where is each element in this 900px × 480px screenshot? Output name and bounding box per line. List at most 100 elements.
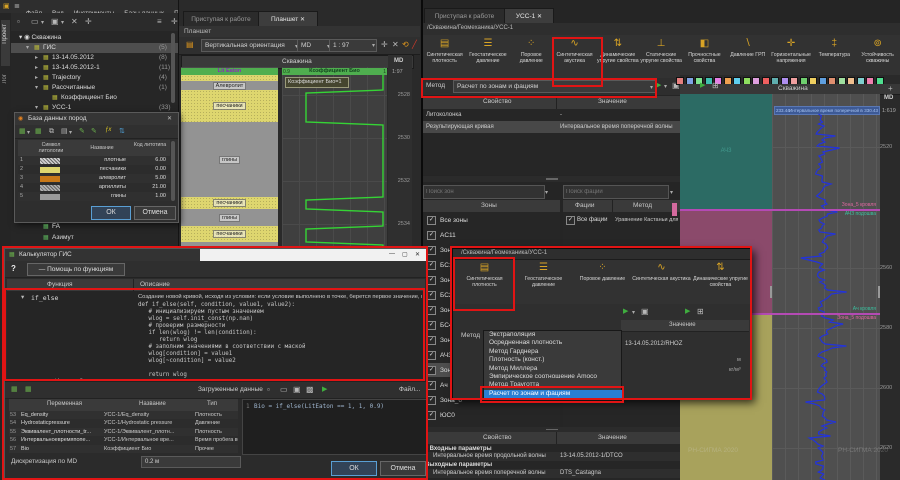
zone-item-AC11[interactable]: ✓AC11 [423, 228, 560, 242]
props-row-0[interactable]: Литоколонка- [423, 109, 680, 121]
scale-caret-icon[interactable]: ▾ [372, 42, 375, 49]
calc-cancel-button[interactable]: Отмена [380, 461, 426, 476]
calc-help-icon[interactable]: ? [11, 264, 16, 273]
variable-row-55[interactable]: 55Эквивалент_плотности_tr...УСС-1/Эквива… [9, 428, 238, 436]
variable-row-53[interactable]: 53Eq_densityУСС-1/Eq_densityПлотность [9, 411, 238, 419]
track-grip-right[interactable] [878, 286, 880, 298]
params-input-row[interactable]: Интервальное время продольной волны 13-1… [423, 452, 680, 461]
zone-item-ЮС0[interactable]: ✓ЮС0 [423, 408, 560, 422]
var-remove-icon[interactable]: ▦ [25, 385, 32, 393]
orientation-select[interactable]: Вертикальная ориентация ▾ [201, 39, 301, 52]
calc-titlebar[interactable]: ▦ Калькулятор ГИС — ▢ ✕ [5, 249, 427, 261]
tab-getting-started-left[interactable]: Приступая к работе [183, 11, 259, 27]
tablet-draw-icon[interactable]: ╱ [412, 40, 417, 49]
params-output-row[interactable]: Интервальное время поперечной волны DTS_… [423, 469, 680, 478]
script-new-icon[interactable]: ▫ [267, 385, 270, 394]
rock-cancel-button[interactable]: Отмена [134, 206, 176, 220]
calc-minimize-icon[interactable]: — [389, 251, 395, 257]
zone-checkbox[interactable]: ✓ [427, 366, 436, 375]
ribbon-static-elastic[interactable]: ⊥Статические упругие свойства [640, 36, 683, 78]
calc-func-arrow-icon[interactable]: ▾ [21, 294, 24, 302]
lithology-band-глины[interactable]: глины [181, 209, 278, 226]
lithology-band-песчаники[interactable]: песчаники [181, 197, 278, 209]
script-export-icon[interactable]: ▩ [306, 385, 314, 394]
rock-row-аргиллиты[interactable]: 4аргиллиты21.00 [18, 183, 170, 192]
menu-item-5[interactable]: Эмпирическое соотношение Amoco [484, 373, 624, 381]
facies-row[interactable]: ✓ Все фации Уравнение Кастаньи для сланц… [563, 214, 680, 226]
ribbon-geostatic-pressure[interactable]: ☰Геостатическое давление [466, 36, 509, 78]
side-tab-project[interactable]: Проект [1, 20, 10, 66]
popup-save-icon[interactable]: ▣ [641, 307, 649, 316]
list-menu-icon[interactable]: ≡ [157, 17, 162, 26]
facies-checkbox[interactable]: ✓ [566, 216, 575, 225]
lithology-band-песчаники[interactable]: песчаники [181, 226, 278, 242]
props-row-1[interactable]: Результирующая криваяИнтервальное время … [423, 121, 680, 133]
edit-export-icon[interactable]: ✎ [91, 127, 97, 135]
search-facies-caret-icon[interactable]: ▾ [670, 189, 673, 196]
add-icon[interactable]: ✛ [85, 17, 92, 26]
popup-grid-icon[interactable]: ⊞ [697, 307, 704, 316]
formula-text[interactable]: Bio = if_else(LitEaton == 1, 1, 0.9) [254, 403, 384, 410]
ribbon-geostatic-pressure[interactable]: ☰Геостатическое давление [514, 260, 573, 302]
rock-db-close-icon[interactable]: ✕ [167, 115, 172, 122]
tree-item-FA[interactable]: ▦FA [11, 222, 171, 232]
zone-checkbox[interactable]: ✓ [427, 381, 436, 390]
popup-value-row[interactable]: 13-14.05.2012/RHOZ [625, 341, 682, 347]
calc-close-icon[interactable]: ✕ [415, 251, 420, 258]
tree-scrollbar[interactable] [171, 33, 175, 103]
rock-row-песчаники[interactable]: 2песчаники0.00 [18, 165, 170, 174]
variable-row-56[interactable]: 56Интервальноевремяпопе...УСС-1/Интервал… [9, 436, 238, 444]
fx-icon[interactable]: ƒx [105, 127, 111, 133]
menu-item-1[interactable]: Осредненная плотность [484, 339, 624, 347]
menu-item-6[interactable]: Метод Трауготта [484, 381, 624, 389]
ribbon-pore-pressure[interactable]: ⁘Поровое давление [510, 36, 553, 78]
popup-run-caret-icon[interactable]: ▾ [632, 309, 635, 316]
run-all-icon[interactable]: ▶ [700, 81, 705, 89]
props-splitter[interactable] [423, 176, 680, 182]
tree-item-Рассчитанные[interactable]: ▾▦Рассчитанные(1) [11, 83, 178, 93]
menu-item-0[interactable]: Экстраполяция [484, 331, 624, 339]
ribbon-dynamic-elastic[interactable]: ⇅Динамические упругие свойства [596, 36, 639, 78]
calc-help-button[interactable]: — Помощь по функциям [27, 263, 125, 276]
tree-item-Азимут[interactable]: ▦Азимут [11, 233, 171, 243]
copy-icon[interactable]: ⧉ [49, 127, 54, 136]
open-folder-icon[interactable]: ▭ [31, 17, 39, 26]
new-file-icon[interactable]: ▫ [17, 17, 20, 26]
discretization-input[interactable]: 0.2 м [141, 456, 241, 468]
lithology-band-глины[interactable]: глины [181, 122, 278, 197]
variable-row-54[interactable]: 54HydrostaticpressureУСС-1/Hydrostatic p… [9, 419, 238, 427]
menu-item-7[interactable]: Расчет по зонам и фациям [484, 390, 624, 398]
lit-track[interactable]: Lit Eaton Алевролитпесчаникиглиныпесчани… [181, 67, 278, 248]
zone-checkbox[interactable]: ✓ [427, 396, 436, 405]
layout-grid-icon[interactable]: ⊞ [712, 81, 719, 90]
variable-row-57[interactable]: 57BioКоэффициент БиоПрочее [9, 445, 238, 453]
zone-checkbox[interactable]: ✓ [427, 231, 436, 240]
paste-caret-icon[interactable]: ▾ [69, 129, 72, 136]
search-facies-input[interactable] [563, 185, 669, 199]
method-run-icon[interactable]: ▶ [656, 81, 661, 89]
tree-item-Коэффициент Био[interactable]: ▦Коэффициент Био [11, 93, 178, 103]
side-tab-log[interactable]: Лог [1, 72, 10, 102]
zone-checkbox[interactable]: ✓ [427, 261, 436, 270]
tab-uss1-close-icon[interactable]: ✕ [537, 14, 542, 20]
row-remove-icon[interactable]: ▦ [35, 127, 42, 135]
row-add-icon[interactable]: ▦ [19, 127, 26, 135]
window-menu-icon[interactable]: ≣ [14, 2, 20, 11]
tab-uss1[interactable]: УСС-1 ✕ [504, 8, 554, 24]
rock-scrollbar[interactable] [171, 141, 175, 201]
track-grip-left[interactable] [770, 286, 772, 298]
zone-checkbox[interactable]: ✓ [427, 276, 436, 285]
tab-tablet[interactable]: Планшет ✕ [258, 11, 318, 27]
scale-select[interactable]: 1 : 97 [329, 39, 377, 52]
save-icon[interactable]: ▣ [51, 17, 59, 26]
ribbon-synthetic-density[interactable]: ▤Синтетическая плотность [423, 36, 466, 78]
method-select[interactable]: Расчет по зонам и фациям ▾ [453, 80, 656, 93]
row-add-caret-icon[interactable]: ▾ [27, 129, 30, 136]
zone-checkbox[interactable]: ✓ [427, 351, 436, 360]
rock-ok-button[interactable]: ОК [91, 206, 131, 220]
tab-tablet-close-icon[interactable]: ✕ [300, 17, 305, 23]
zone-checkbox[interactable]: ✓ [427, 336, 436, 345]
tree-add-icon[interactable]: ✛ [171, 17, 178, 26]
zone-checkbox[interactable]: ✓ [427, 321, 436, 330]
ribbon-dynamic-elastic[interactable]: ⇅Динамические упругие свойства [691, 260, 750, 302]
